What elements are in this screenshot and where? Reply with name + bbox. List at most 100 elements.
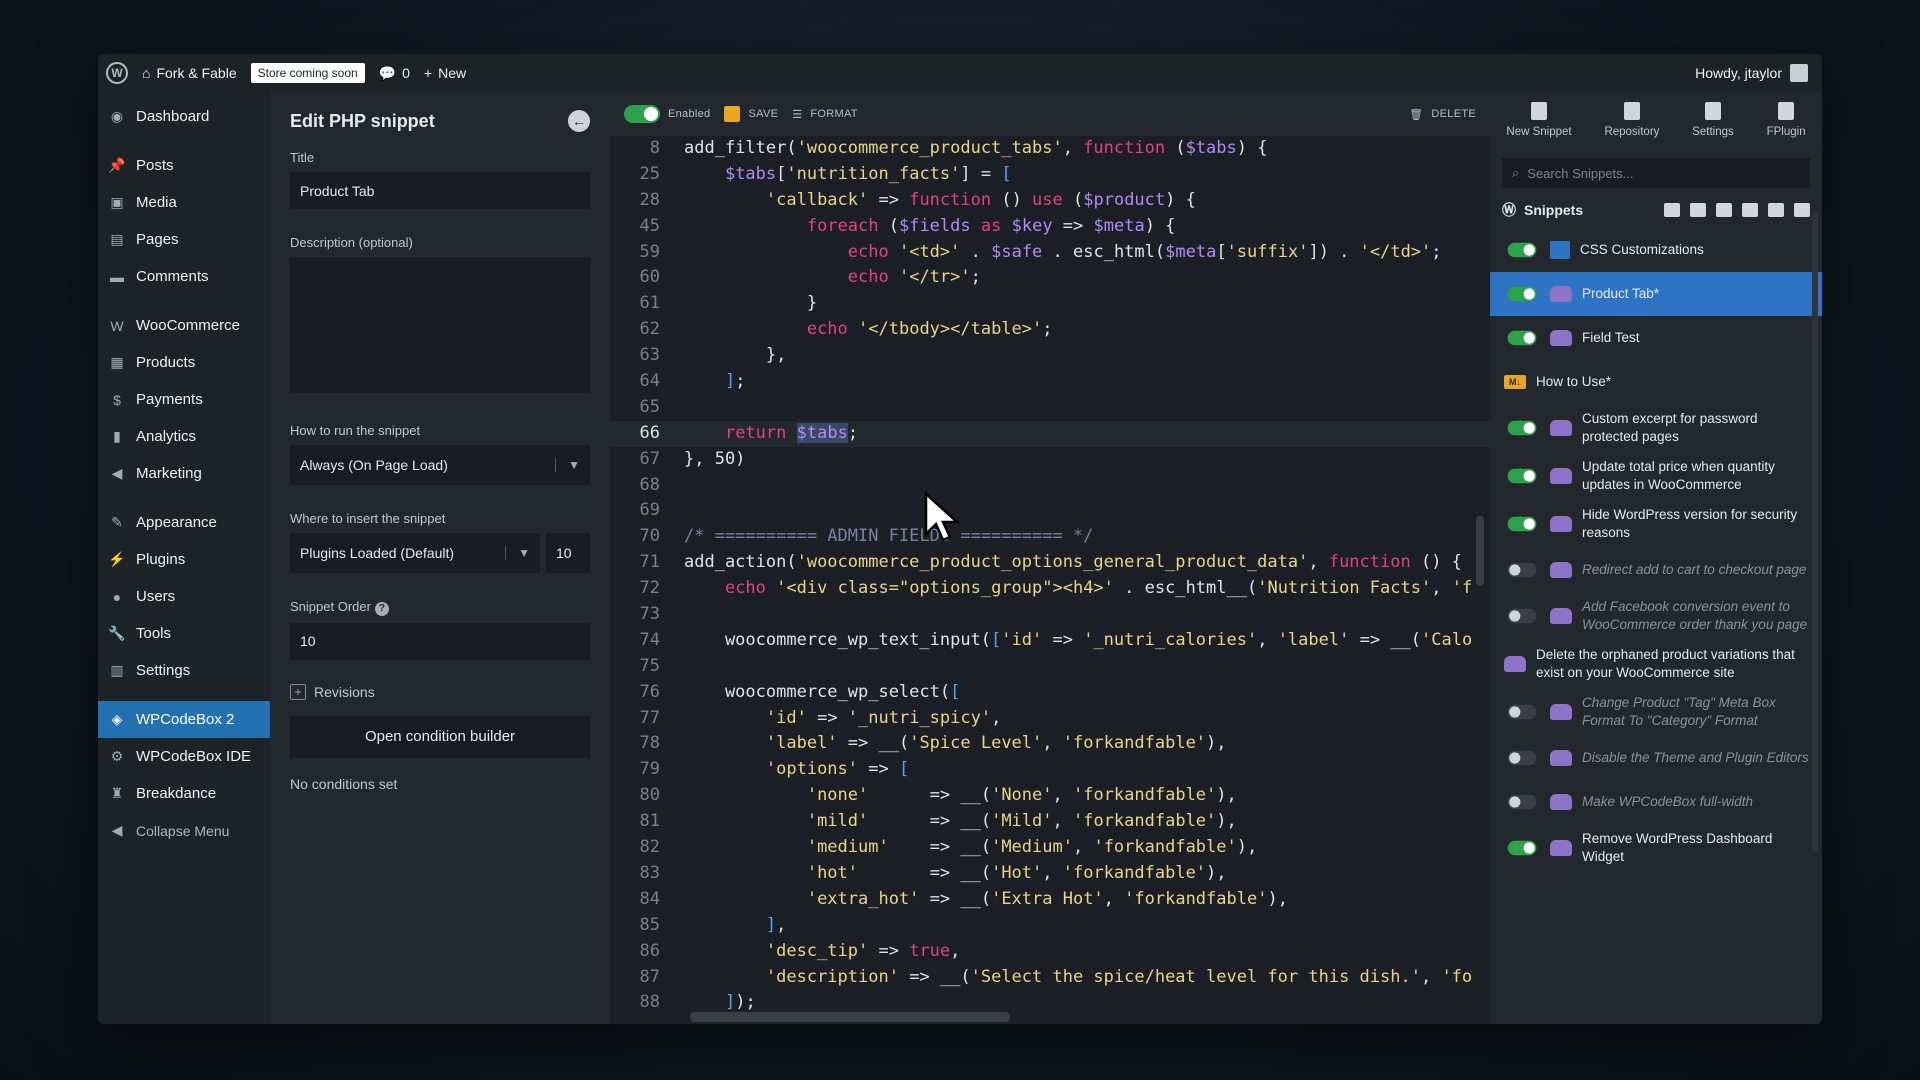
snippet-toggle[interactable] xyxy=(1507,750,1537,766)
code-line[interactable]: 61 } xyxy=(610,291,1490,317)
toggle-icon[interactable] xyxy=(1768,203,1784,217)
snippet-item[interactable]: Change Product "Tag" Meta Box Format To … xyxy=(1490,688,1822,736)
description-textarea[interactable] xyxy=(290,257,590,393)
code-line[interactable]: 80 'none' => __('None', 'forkandfable'), xyxy=(610,783,1490,809)
sidebar-item-products[interactable]: ▦ Products xyxy=(98,344,270,381)
snippet-item[interactable]: Make WPCodeBox full-width xyxy=(1490,780,1822,824)
code-line[interactable]: 28 'callback' => function () use ($produ… xyxy=(610,188,1490,214)
settings-button[interactable]: Settings xyxy=(1692,102,1734,158)
sidebar-item-payments[interactable]: $ Payments xyxy=(98,381,270,418)
snippet-toggle[interactable] xyxy=(1507,608,1537,624)
site-name-link[interactable]: ⌂ Fork & Fable Store coming soon xyxy=(142,63,365,83)
run-select[interactable]: Always (On Page Load) ▼ xyxy=(290,445,590,485)
sidebar-item-analytics[interactable]: ▮ Analytics xyxy=(98,418,270,455)
code-line[interactable]: 85 ], xyxy=(610,913,1490,939)
code-line[interactable]: 74 woocommerce_wp_text_input(['id' => '_… xyxy=(610,628,1490,654)
code-line[interactable]: 59 echo '<td>' . $safe . esc_html($meta[… xyxy=(610,240,1490,266)
search-input[interactable]: ⌕ Search Snippets... xyxy=(1502,158,1810,188)
code-line[interactable]: 68 xyxy=(610,473,1490,499)
code-line[interactable]: 69 xyxy=(610,498,1490,524)
revisions-toggle[interactable]: + Revisions xyxy=(290,683,590,700)
snippet-toggle[interactable] xyxy=(1507,704,1537,720)
code-line[interactable]: 65 xyxy=(610,395,1490,421)
sidebar-scrollbar[interactable] xyxy=(1812,212,1818,852)
snippet-toggle[interactable] xyxy=(1507,516,1537,532)
delete-button[interactable]: 🗑 DELETE xyxy=(1409,108,1476,121)
enabled-toggle[interactable]: Enabled xyxy=(624,105,710,123)
snippet-item[interactable]: Remove WordPress Dashboard Widget xyxy=(1490,824,1822,872)
snippet-item[interactable]: Hide WordPress version for security reas… xyxy=(1490,500,1822,548)
code-editor[interactable]: 8 add_filter('woocommerce_product_tabs', … xyxy=(610,136,1490,1024)
code-line[interactable]: 87 'description' => __('Select the spice… xyxy=(610,965,1490,991)
snippet-toggle[interactable] xyxy=(1507,286,1537,302)
code-line[interactable]: 62 echo '</tbody></table>'; xyxy=(610,317,1490,343)
horizontal-scrollbar[interactable] xyxy=(690,1012,1010,1022)
new-folder-icon[interactable] xyxy=(1794,203,1810,217)
format-button[interactable]: ☰ FORMAT xyxy=(792,108,858,121)
fplugin-button[interactable]: FPlugin xyxy=(1767,102,1806,158)
snippet-item[interactable]: Update total price when quantity updates… xyxy=(1490,452,1822,500)
code-line[interactable]: 77 'id' => '_nutri_spicy', xyxy=(610,706,1490,732)
code-line[interactable]: 86 'desc_tip' => true, xyxy=(610,939,1490,965)
snippet-toggle[interactable] xyxy=(1507,468,1537,484)
snippet-toggle[interactable] xyxy=(1507,330,1537,346)
sidebar-item-wpcodebox-ide[interactable]: ⚙ WPCodeBox IDE xyxy=(98,738,270,775)
refresh-icon[interactable] xyxy=(1742,203,1758,217)
sidebar-item-media[interactable]: ▣ Media xyxy=(98,184,270,221)
code-line[interactable]: 83 'hot' => __('Hot', 'forkandfable'), xyxy=(610,861,1490,887)
sidebar-item-appearance[interactable]: ✎ Appearance xyxy=(98,504,270,541)
sidebar-item-settings[interactable]: ▥ Settings xyxy=(98,652,270,689)
sidebar-item-plugins[interactable]: ⚡ Plugins xyxy=(98,541,270,578)
collapse-menu-button[interactable]: ◀ Collapse Menu xyxy=(98,812,270,849)
export-icon[interactable] xyxy=(1664,203,1680,217)
snippet-toggle[interactable] xyxy=(1507,794,1537,810)
code-line[interactable]: 72 echo '<div class="options_group"><h4>… xyxy=(610,576,1490,602)
sidebar-item-users[interactable]: ● Users xyxy=(98,578,270,615)
snippet-item[interactable]: Product Tab* xyxy=(1490,272,1822,316)
open-condition-builder-button[interactable]: Open condition builder xyxy=(290,715,590,758)
code-line[interactable]: 64 ]; xyxy=(610,369,1490,395)
comments-link[interactable]: 💬 0 xyxy=(379,65,410,82)
snippet-toggle[interactable] xyxy=(1507,420,1537,436)
code-line[interactable]: 82 'medium' => __('Medium', 'forkandfabl… xyxy=(610,835,1490,861)
code-line[interactable]: 75 xyxy=(610,654,1490,680)
code-line[interactable]: 71 add_action('woocommerce_product_option… xyxy=(610,550,1490,576)
snippet-item[interactable]: CSS Customizations xyxy=(1490,228,1822,272)
sidebar-item-dashboard[interactable]: ◉ Dashboard xyxy=(98,98,270,135)
sidebar-item-breakdance[interactable]: ♜ Breakdance xyxy=(98,775,270,812)
code-line[interactable]: 81 'mild' => __('Mild', 'forkandfable'), xyxy=(610,809,1490,835)
snippet-toggle[interactable] xyxy=(1507,840,1537,856)
import-icon[interactable] xyxy=(1690,203,1706,217)
code-line[interactable]: 78 'label' => __('Spice Level', 'forkand… xyxy=(610,731,1490,757)
snippet-toggle[interactable] xyxy=(1507,562,1537,578)
back-icon[interactable]: ← xyxy=(568,110,590,132)
snippet-toggle[interactable] xyxy=(1507,242,1537,258)
snippet-item[interactable]: Delete the orphaned product variations t… xyxy=(1490,640,1822,688)
sidebar-item-woocommerce[interactable]: W WooCommerce xyxy=(98,307,270,344)
code-line[interactable]: 67}, 50) xyxy=(610,447,1490,473)
sidebar-item-tools[interactable]: 🔧 Tools xyxy=(98,615,270,652)
snippet-item[interactable]: Redirect add to cart to checkout page xyxy=(1490,548,1822,592)
code-line[interactable]: 79 'options' => [ xyxy=(610,757,1490,783)
title-input[interactable]: Product Tab xyxy=(290,172,590,209)
code-line[interactable]: 60 echo '</tr>'; xyxy=(610,265,1490,291)
insert-select[interactable]: Plugins Loaded (Default) ▼ xyxy=(290,533,540,573)
store-badge[interactable]: Store coming soon xyxy=(250,63,365,83)
account-menu[interactable]: Howdy, jtaylor xyxy=(1695,54,1808,92)
snippet-item[interactable]: M↓ How to Use* xyxy=(1490,360,1822,404)
code-line[interactable]: 70 /* ========== ADMIN FIELDS ========== … xyxy=(610,524,1490,550)
repository-button[interactable]: Repository xyxy=(1604,102,1659,158)
wordpress-logo-icon[interactable]: W xyxy=(106,62,128,84)
order-input[interactable]: 10 xyxy=(290,622,590,660)
sidebar-item-wpcodebox[interactable]: ◈ WPCodeBox 2 xyxy=(98,701,270,738)
code-line[interactable]: 66 return $tabs; xyxy=(610,420,1490,447)
snippet-item[interactable]: Custom excerpt for password protected pa… xyxy=(1490,404,1822,452)
plugin-icon[interactable] xyxy=(1716,203,1732,217)
code-line[interactable]: 63 }, xyxy=(610,343,1490,369)
sidebar-item-marketing[interactable]: ◀ Marketing xyxy=(98,455,270,492)
code-line[interactable]: 8 add_filter('woocommerce_product_tabs', … xyxy=(610,136,1490,162)
code-line[interactable]: 76 woocommerce_wp_select([ xyxy=(610,680,1490,706)
snippet-item[interactable]: Field Test xyxy=(1490,316,1822,360)
save-button[interactable]: SAVE xyxy=(724,106,778,122)
code-line[interactable]: 73 xyxy=(610,602,1490,628)
